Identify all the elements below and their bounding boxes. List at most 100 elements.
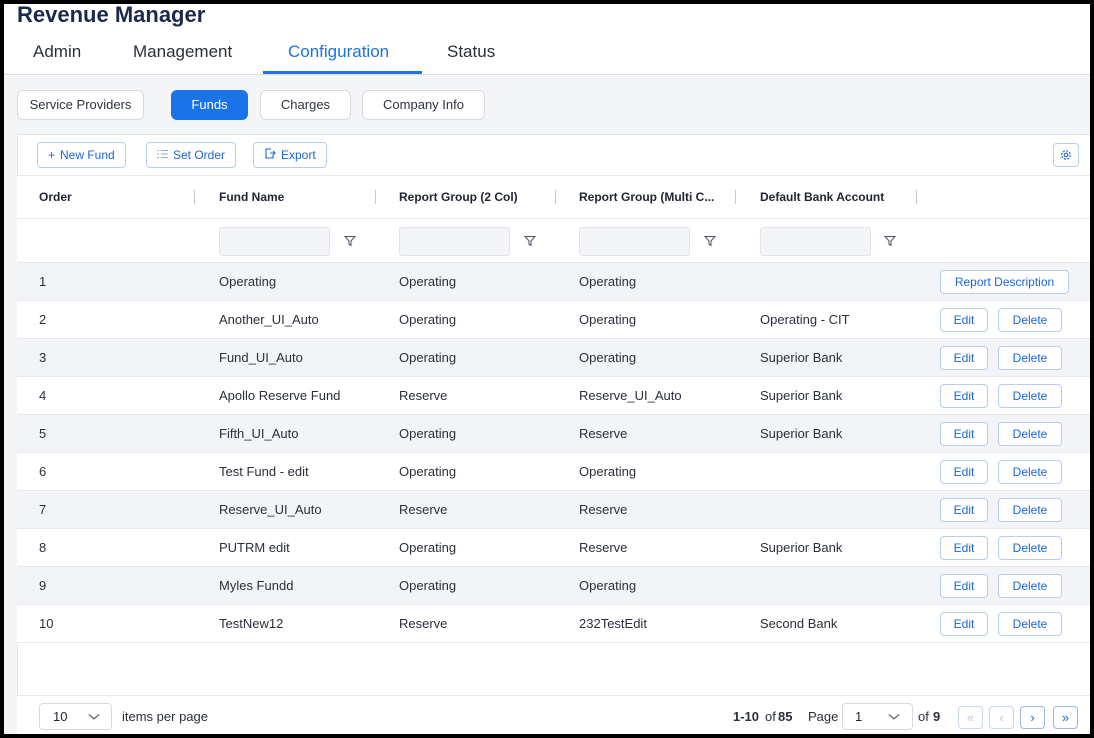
cell-fund-name: Operating bbox=[219, 274, 277, 289]
cell-fund-name: Fund_UI_Auto bbox=[219, 350, 303, 365]
fund-name-filter-input[interactable] bbox=[219, 227, 330, 256]
cell-report-group-2: Operating bbox=[399, 350, 457, 365]
tab-management[interactable]: Management bbox=[133, 42, 232, 77]
table-row[interactable]: 9 Myles Fundd Operating Operating Edit Delete bbox=[17, 567, 1090, 605]
cell-order: 3 bbox=[39, 350, 47, 365]
edit-button[interactable]: Edit bbox=[940, 308, 988, 332]
edit-button[interactable]: Edit bbox=[940, 346, 988, 370]
column-divider[interactable] bbox=[555, 190, 556, 204]
cell-default-bank: Superior Bank bbox=[760, 350, 843, 365]
edit-button[interactable]: Edit bbox=[940, 422, 988, 446]
subtab-service-providers[interactable]: Service Providers bbox=[17, 90, 144, 120]
first-page-button[interactable]: « bbox=[958, 706, 983, 729]
report-group-multi-filter-input[interactable] bbox=[579, 227, 690, 256]
chevron-left-icon: ‹ bbox=[999, 710, 1004, 725]
page-select[interactable]: 1 bbox=[842, 703, 913, 730]
double-chevron-right-icon: » bbox=[1061, 710, 1070, 725]
delete-button[interactable]: Delete bbox=[998, 536, 1062, 560]
list-icon bbox=[157, 143, 168, 167]
edit-button[interactable]: Edit bbox=[940, 498, 988, 522]
items-per-page-label: items per page bbox=[122, 709, 208, 724]
cell-report-group-multi: Reserve bbox=[579, 426, 628, 441]
delete-button[interactable]: Delete bbox=[998, 498, 1062, 522]
cell-report-group-2: Operating bbox=[399, 578, 457, 593]
total-count: 85 bbox=[778, 709, 793, 724]
edit-button[interactable]: Edit bbox=[940, 460, 988, 484]
table-row[interactable]: 3 Fund_UI_Auto Operating Operating Superior … bbox=[17, 339, 1090, 377]
default-bank-filter-input[interactable] bbox=[760, 227, 871, 256]
cell-report-group-2: Reserve bbox=[399, 388, 448, 403]
col-report-group-2[interactable]: Report Group (2 Col) bbox=[399, 190, 518, 204]
new-fund-label: New Fund bbox=[60, 148, 115, 162]
column-divider[interactable] bbox=[735, 190, 736, 204]
prev-page-button[interactable]: ‹ bbox=[989, 706, 1014, 729]
delete-button[interactable]: Delete bbox=[998, 574, 1062, 598]
table-row[interactable]: 7 Reserve_UI_Auto Reserve Reserve Edit Delete bbox=[17, 491, 1090, 529]
col-default-bank[interactable]: Default Bank Account bbox=[760, 190, 884, 204]
table-row[interactable]: 8 PUTRM edit Operating Reserve Superior Bank… bbox=[17, 529, 1090, 567]
cell-order: 9 bbox=[39, 578, 47, 593]
edit-button[interactable]: Edit bbox=[940, 574, 988, 598]
column-divider[interactable] bbox=[375, 190, 376, 204]
col-report-group-multi[interactable]: Report Group (Multi C... bbox=[579, 190, 714, 204]
filter-icon[interactable] bbox=[344, 235, 356, 247]
active-tab-indicator bbox=[263, 71, 422, 74]
table-row[interactable]: 2 Another_UI_Auto Operating Operating Operat… bbox=[17, 301, 1090, 339]
column-divider[interactable] bbox=[916, 190, 917, 204]
cell-order: 5 bbox=[39, 426, 47, 441]
last-page-button[interactable]: » bbox=[1053, 706, 1078, 729]
cell-order: 1 bbox=[39, 274, 47, 289]
cell-report-group-multi: Operating bbox=[579, 274, 637, 289]
table-row[interactable]: 4 Apollo Reserve Fund Reserve Reserve_UI_Au… bbox=[17, 377, 1090, 415]
cell-report-group-2: Operating bbox=[399, 464, 457, 479]
set-order-button[interactable]: Set Order bbox=[146, 142, 237, 168]
report-description-button[interactable]: Report Description bbox=[940, 270, 1069, 294]
cell-fund-name: Myles Fundd bbox=[219, 578, 294, 593]
export-button[interactable]: Export bbox=[253, 142, 327, 168]
delete-button[interactable]: Delete bbox=[998, 384, 1062, 408]
table-row[interactable]: 6 Test Fund - edit Operating Operating Edit D… bbox=[17, 453, 1090, 491]
col-fund-name[interactable]: Fund Name bbox=[219, 190, 284, 204]
range-text: 1-10 bbox=[733, 709, 760, 724]
delete-button[interactable]: Delete bbox=[998, 612, 1062, 636]
filter-row bbox=[17, 219, 1090, 263]
filter-icon[interactable] bbox=[884, 235, 896, 247]
cell-report-group-2: Operating bbox=[399, 426, 457, 441]
cell-fund-name: Fifth_UI_Auto bbox=[219, 426, 299, 441]
filter-icon[interactable] bbox=[524, 235, 536, 247]
delete-button[interactable]: Delete bbox=[998, 460, 1062, 484]
export-icon bbox=[264, 143, 276, 167]
cell-fund-name: PUTRM edit bbox=[219, 540, 290, 555]
page-size-select[interactable]: 10 bbox=[39, 703, 112, 730]
page-label: Page bbox=[808, 709, 839, 724]
subtab-company-info[interactable]: Company Info bbox=[362, 90, 485, 120]
cell-fund-name: Test Fund - edit bbox=[219, 464, 309, 479]
subtab-funds[interactable]: Funds bbox=[171, 90, 248, 120]
double-chevron-left-icon: « bbox=[966, 710, 975, 725]
report-group-2-filter-input[interactable] bbox=[399, 227, 510, 256]
delete-button[interactable]: Delete bbox=[998, 308, 1062, 332]
edit-button[interactable]: Edit bbox=[940, 384, 988, 408]
settings-button[interactable] bbox=[1053, 143, 1079, 167]
edit-button[interactable]: Edit bbox=[940, 536, 988, 560]
delete-button[interactable]: Delete bbox=[998, 346, 1062, 370]
total-pages: 9 bbox=[933, 709, 941, 724]
table-row[interactable]: 1 Operating Operating Operating Report Descr… bbox=[17, 263, 1090, 301]
next-page-button[interactable]: › bbox=[1020, 706, 1045, 729]
edit-button[interactable]: Edit bbox=[940, 612, 988, 636]
col-order[interactable]: Order bbox=[39, 190, 72, 204]
delete-button[interactable]: Delete bbox=[998, 422, 1062, 446]
table-row[interactable]: 5 Fifth_UI_Auto Operating Reserve Superior B… bbox=[17, 415, 1090, 453]
tab-status[interactable]: Status bbox=[447, 42, 495, 77]
subtab-charges[interactable]: Charges bbox=[260, 90, 351, 120]
cell-report-group-2: Reserve bbox=[399, 616, 448, 631]
new-fund-button[interactable]: + New Fund bbox=[37, 142, 126, 168]
filter-icon[interactable] bbox=[704, 235, 716, 247]
tab-admin[interactable]: Admin bbox=[33, 42, 81, 77]
chevron-down-icon bbox=[88, 714, 100, 720]
column-divider[interactable] bbox=[194, 190, 195, 204]
cell-default-bank: Superior Bank bbox=[760, 388, 843, 403]
cell-report-group-multi: Reserve bbox=[579, 540, 628, 555]
cell-fund-name: Another_UI_Auto bbox=[219, 312, 319, 327]
table-row[interactable]: 10 TestNew12 Reserve 232TestEdit Second Bank… bbox=[17, 605, 1090, 643]
